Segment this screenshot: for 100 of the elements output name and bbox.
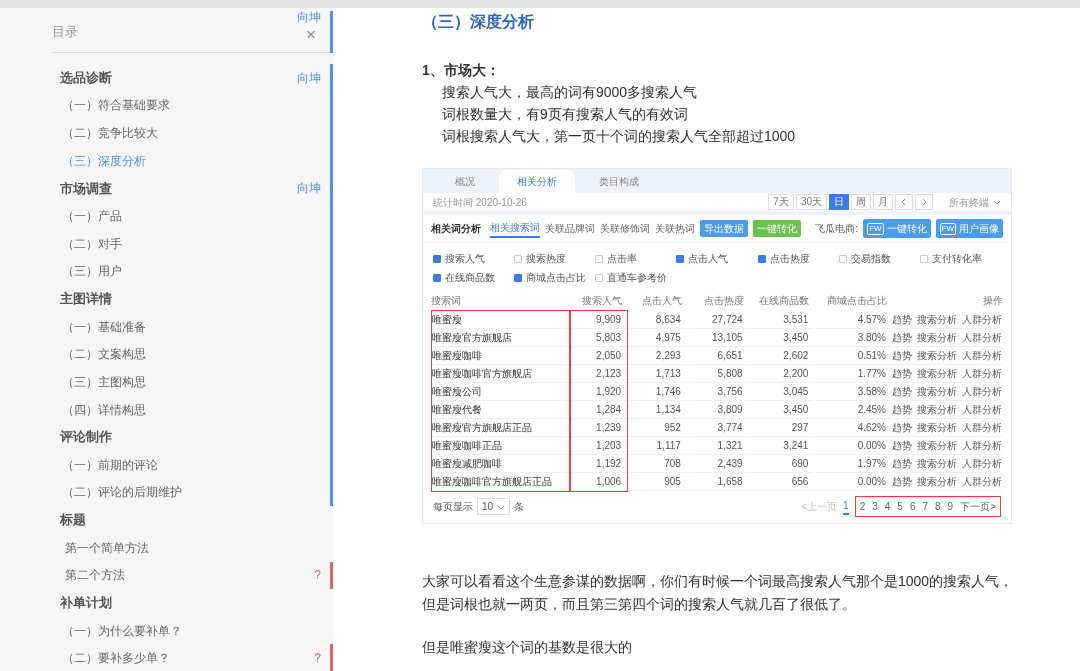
toc-item[interactable]: 市场调查	[60, 178, 112, 199]
action-link[interactable]: 人群分析	[962, 456, 1002, 471]
tab[interactable]: 概况	[437, 170, 493, 193]
toc-item[interactable]: （二）文案构思	[62, 345, 146, 364]
toc-item[interactable]: （一）为什么要补单？	[62, 621, 182, 640]
table-cell: 4.62%	[816, 419, 892, 437]
action-link[interactable]: 人群分析	[962, 330, 1002, 345]
toc-item[interactable]: （一）符合基础要求	[62, 96, 170, 115]
action-link[interactable]: 搜索分析	[917, 402, 957, 417]
action-link[interactable]: 趋势	[892, 366, 912, 381]
action-link[interactable]: 趋势	[892, 420, 912, 435]
page-link[interactable]: 9	[947, 499, 954, 514]
action-link[interactable]: 趋势	[892, 312, 912, 327]
checkbox[interactable]	[514, 254, 523, 263]
checkbox[interactable]	[433, 273, 441, 282]
tab[interactable]: 相关搜索词	[490, 219, 540, 238]
action-link[interactable]: 搜索分析	[917, 420, 957, 435]
tab[interactable]: 关联品牌词	[545, 221, 595, 236]
action-link[interactable]: 人群分析	[962, 348, 1002, 363]
action-link[interactable]: 搜索分析	[917, 474, 957, 489]
toc-item[interactable]: 补单计划	[60, 593, 112, 613]
column-header[interactable]: 点击人气	[628, 291, 688, 310]
toc-item[interactable]: （二）评论的后期维护	[62, 483, 182, 502]
toc-item[interactable]: （二）对手	[62, 234, 122, 253]
action-link[interactable]: 趋势	[892, 402, 912, 417]
column-header[interactable]: 操作	[893, 291, 1003, 310]
toc-item[interactable]: 选品诊断	[60, 68, 112, 88]
toc-item[interactable]: （一）产品	[62, 207, 122, 225]
toc-item[interactable]: （三）主图构思	[62, 372, 146, 391]
close-button[interactable]: ×	[306, 26, 316, 43]
action-link[interactable]: 趋势	[892, 438, 912, 453]
checkbox[interactable]	[514, 273, 523, 282]
chevron-left-icon[interactable]	[900, 198, 908, 206]
action-link[interactable]: 趋势	[892, 384, 912, 399]
action-link[interactable]: 人群分析	[962, 366, 1002, 381]
range-button[interactable]: 7天	[768, 194, 794, 210]
comment-marker[interactable]: ?	[314, 649, 321, 668]
table-cell: 4,975	[629, 329, 687, 347]
toc-item[interactable]: （三）用户	[62, 262, 122, 281]
action-link[interactable]: 人群分析	[962, 312, 1002, 327]
page-link[interactable]: 6	[909, 499, 916, 514]
checkbox[interactable]	[595, 273, 604, 282]
tab[interactable]: 类目构成	[581, 170, 657, 193]
page-link[interactable]: 1	[843, 498, 849, 515]
tab[interactable]: 相关分析	[499, 170, 575, 193]
page-link[interactable]: 7	[922, 499, 929, 514]
checkbox[interactable]	[676, 254, 685, 263]
action-link[interactable]: 趋势	[892, 348, 912, 363]
column-header[interactable]: 商城点击占比	[815, 291, 893, 310]
range-button[interactable]: 月	[873, 194, 893, 210]
table-cell: 1,203	[571, 437, 628, 455]
column-header[interactable]: 点击热度	[687, 291, 750, 310]
action-link[interactable]: 搜索分析	[917, 366, 957, 381]
column-header[interactable]: 搜索词	[431, 291, 571, 310]
toc-item[interactable]: 第二个方法	[65, 566, 125, 585]
checkbox[interactable]	[919, 254, 928, 263]
action-link[interactable]: 人群分析	[962, 384, 1002, 399]
toc-item[interactable]: （一）前期的评论	[62, 455, 158, 474]
toc-item[interactable]: 主图详情	[60, 289, 112, 309]
toc-item[interactable]: （四）详情构思	[62, 400, 146, 419]
page-link[interactable]: 3	[872, 499, 878, 514]
page-link[interactable]: 2	[859, 499, 866, 514]
column-header[interactable]: 搜索人气	[570, 291, 629, 310]
action-link[interactable]: 人群分析	[962, 474, 1002, 489]
toc-item[interactable]: 评论制作	[60, 427, 112, 447]
page-link[interactable]: 4	[884, 499, 891, 514]
toc-item[interactable]: 第一个简单方法	[65, 538, 149, 557]
comment-marker[interactable]: ?	[314, 566, 321, 585]
page-link[interactable]: 5	[897, 499, 903, 514]
chevron-right-icon[interactable]	[920, 198, 928, 206]
column-header[interactable]: 在线商品数	[749, 291, 816, 310]
checkbox[interactable]	[757, 254, 766, 263]
checkbox[interactable]	[433, 254, 441, 263]
toc-item[interactable]: （一）基础准备	[62, 317, 146, 336]
action-link[interactable]: 搜索分析	[917, 438, 957, 453]
range-button[interactable]: 周	[851, 194, 871, 210]
range-button[interactable]: 30天	[795, 194, 827, 210]
toc-item[interactable]: （二）要补多少单？	[62, 649, 170, 668]
action-link[interactable]: 趋势	[892, 474, 912, 489]
toc-item[interactable]: （二）竞争比较大	[62, 124, 158, 143]
action-link[interactable]: 人群分析	[962, 438, 1002, 453]
action-link[interactable]: 搜索分析	[917, 348, 957, 363]
next-page-link[interactable]: 下一页>	[960, 499, 996, 514]
action-link[interactable]: 搜索分析	[917, 384, 957, 399]
toc-item[interactable]: 标题	[60, 510, 86, 530]
range-button[interactable]: 日	[829, 194, 849, 210]
tab[interactable]: 关联修饰词	[600, 221, 650, 236]
action-link[interactable]: 趋势	[892, 456, 912, 471]
checkbox[interactable]	[595, 254, 604, 263]
action-link[interactable]: 趋势	[892, 330, 912, 345]
action-link[interactable]: 人群分析	[962, 402, 1002, 417]
action-link[interactable]: 人群分析	[962, 420, 1002, 435]
action-link[interactable]: 搜索分析	[917, 456, 957, 471]
tab[interactable]: 关联热词	[655, 221, 695, 236]
table-cell: 9,909	[571, 311, 628, 329]
action-link[interactable]: 搜索分析	[917, 312, 957, 327]
checkbox[interactable]	[838, 254, 847, 263]
action-link[interactable]: 搜索分析	[917, 330, 957, 345]
page-size-select[interactable]: 10	[477, 498, 511, 515]
page-link[interactable]: 8	[935, 499, 941, 514]
